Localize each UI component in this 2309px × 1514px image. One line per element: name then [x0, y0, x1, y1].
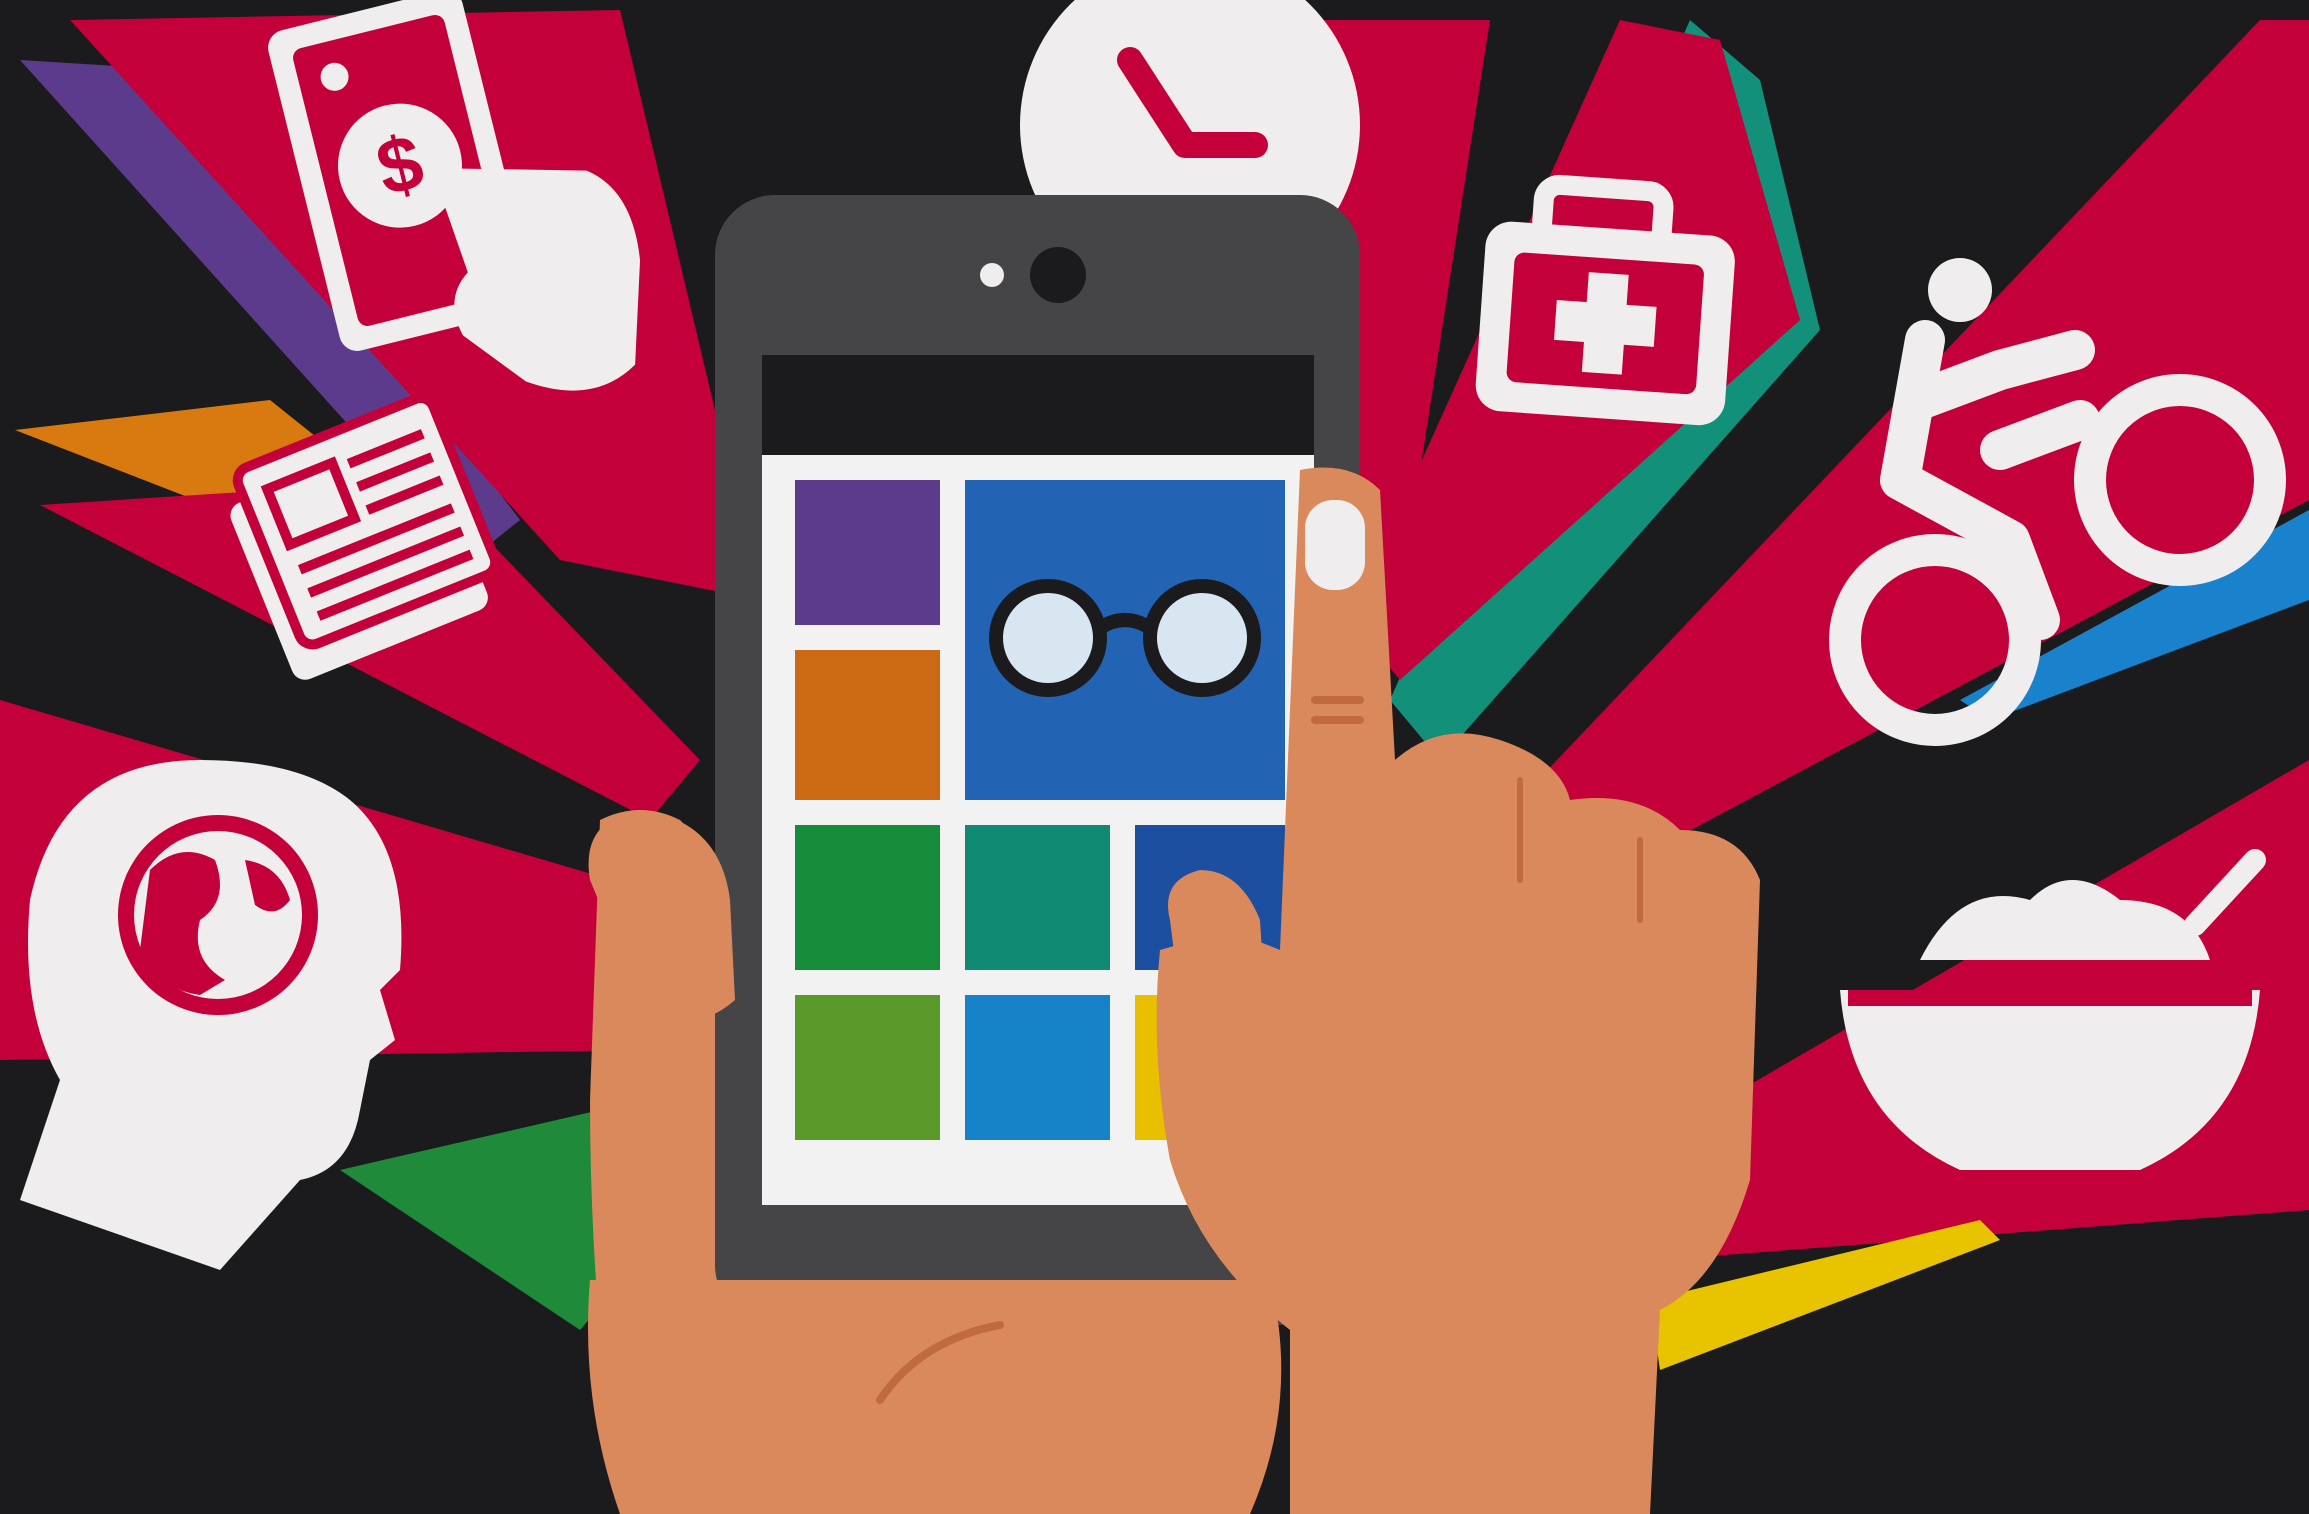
- app-tile-sky[interactable]: [965, 995, 1110, 1140]
- app-tile-teal[interactable]: [965, 825, 1110, 970]
- fingernail: [1305, 500, 1365, 590]
- illustration-canvas: $: [0, 0, 2309, 1514]
- phone-camera: [1030, 247, 1086, 303]
- phone-status-bar: [762, 355, 1314, 455]
- smartphone-apps-illustration: $: [0, 0, 2309, 1514]
- app-tile-lime[interactable]: [795, 995, 940, 1140]
- phone-sensor: [980, 263, 1004, 287]
- holding-hand-palm: [588, 1280, 1282, 1514]
- app-tile-green[interactable]: [795, 825, 940, 970]
- app-tile-orange[interactable]: [795, 650, 940, 800]
- app-tile-purple[interactable]: [795, 480, 940, 625]
